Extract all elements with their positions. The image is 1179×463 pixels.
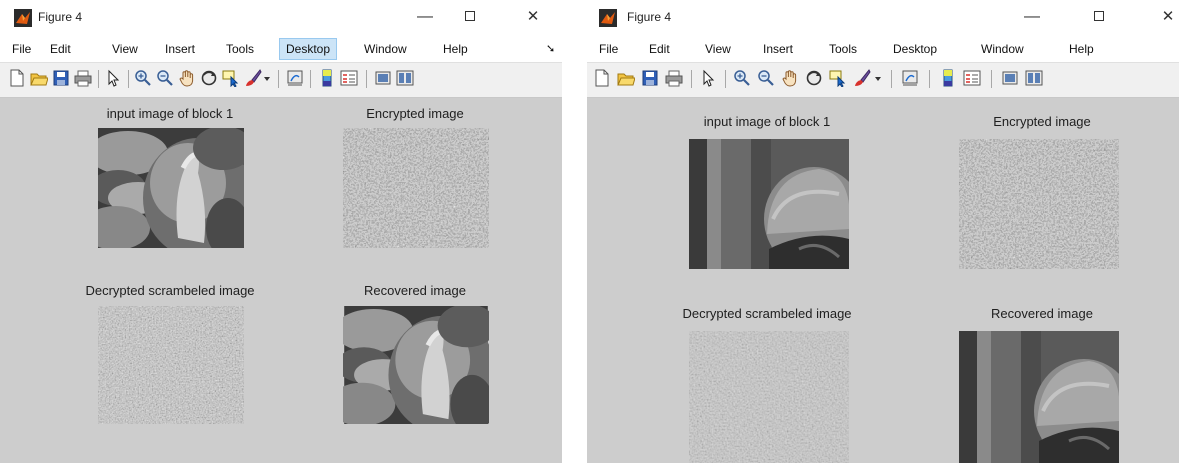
figure-window-right: Figure 4 — ✕ File Edit View Insert Tools…: [587, 0, 1179, 463]
print-icon[interactable]: [665, 69, 683, 87]
menu-window[interactable]: Window: [364, 42, 407, 56]
hide-plot-tools-icon[interactable]: [1001, 69, 1019, 87]
axes-title-encrypted: Encrypted image: [993, 114, 1091, 129]
title-bar[interactable]: Figure 4 — ✕: [0, 0, 562, 36]
recovered-image[interactable]: [959, 331, 1119, 463]
toolbar-separator: [366, 70, 367, 88]
matlab-logo-icon: [599, 9, 617, 27]
insert-colorbar-icon[interactable]: [318, 69, 336, 87]
open-file-icon[interactable]: [30, 69, 48, 87]
edit-plot-arrow-icon[interactable]: [699, 69, 717, 87]
toolbar-separator: [929, 70, 930, 88]
menu-bar: File Edit View Insert Tools Desktop Wind…: [0, 36, 562, 62]
zoom-in-icon[interactable]: [134, 69, 152, 87]
matlab-logo-icon: [14, 9, 32, 27]
toolbar-separator: [278, 70, 279, 88]
toolbar-separator: [128, 70, 129, 88]
edit-plot-arrow-icon[interactable]: [104, 69, 122, 87]
decrypted-scrambled-image[interactable]: [689, 331, 849, 463]
menu-insert[interactable]: Insert: [165, 42, 195, 56]
pan-hand-icon[interactable]: [178, 69, 196, 87]
input-image-block-1[interactable]: [689, 139, 849, 269]
encrypted-image[interactable]: [343, 128, 489, 248]
insert-legend-icon[interactable]: [340, 69, 358, 87]
link-plot-icon[interactable]: [286, 69, 304, 87]
data-cursor-icon[interactable]: [829, 69, 847, 87]
menu-tools[interactable]: Tools: [226, 42, 254, 56]
minimize-button[interactable]: —: [414, 6, 436, 28]
toolbar-separator: [725, 70, 726, 88]
maximize-button[interactable]: [459, 6, 481, 28]
toolbar-separator: [98, 70, 99, 88]
menu-help[interactable]: Help: [443, 42, 468, 56]
axes-title-recovered: Recovered image: [991, 306, 1093, 321]
toolbar-separator: [891, 70, 892, 88]
close-button[interactable]: ✕: [1157, 6, 1179, 28]
menu-view[interactable]: View: [705, 42, 731, 56]
brush-dropdown-icon[interactable]: [873, 69, 883, 87]
insert-colorbar-icon[interactable]: [939, 69, 957, 87]
menu-file[interactable]: File: [12, 42, 31, 56]
axes-title-encrypted: Encrypted image: [366, 106, 464, 121]
maximize-button[interactable]: [1088, 6, 1110, 28]
toolbar-separator: [991, 70, 992, 88]
open-file-icon[interactable]: [617, 69, 635, 87]
axes-title-decrypted: Decrypted scrambeled image: [682, 306, 852, 321]
link-plot-icon[interactable]: [901, 69, 919, 87]
zoom-out-icon[interactable]: [757, 69, 775, 87]
menu-edit[interactable]: Edit: [649, 42, 670, 56]
pan-hand-icon[interactable]: [781, 69, 799, 87]
menu-bar: File Edit View Insert Tools Desktop Wind…: [587, 36, 1179, 62]
decrypted-scrambled-image[interactable]: [98, 306, 244, 424]
save-icon[interactable]: [52, 69, 70, 87]
insert-legend-icon[interactable]: [963, 69, 981, 87]
hide-plot-tools-icon[interactable]: [374, 69, 392, 87]
axes-title-input: input image of block 1: [703, 114, 831, 129]
zoom-in-icon[interactable]: [733, 69, 751, 87]
figure-toolbar: [0, 62, 562, 98]
toolbar-separator: [310, 70, 311, 88]
axes-title-input: input image of block 1: [106, 106, 234, 121]
maximize-icon: [465, 11, 475, 21]
menu-help[interactable]: Help: [1069, 42, 1094, 56]
figure-toolbar: [587, 62, 1179, 98]
brush-icon[interactable]: [853, 69, 871, 87]
figure-window-left: Figure 4 — ✕ File Edit View Insert Tools…: [0, 0, 562, 463]
title-bar[interactable]: Figure 4 — ✕: [587, 0, 1179, 36]
show-plot-tools-icon[interactable]: [1025, 69, 1043, 87]
menu-desktop[interactable]: Desktop: [893, 42, 937, 56]
encrypted-image[interactable]: [959, 139, 1119, 269]
menu-overflow-arrow-icon[interactable]: ➘: [546, 42, 555, 55]
zoom-out-icon[interactable]: [156, 69, 174, 87]
menu-tools[interactable]: Tools: [829, 42, 857, 56]
recovered-image[interactable]: [343, 306, 489, 424]
close-button[interactable]: ✕: [522, 6, 544, 28]
input-image-block-1[interactable]: [98, 128, 244, 248]
brush-icon[interactable]: [244, 69, 262, 87]
toolbar-separator: [691, 70, 692, 88]
window-title: Figure 4: [38, 10, 83, 24]
menu-window[interactable]: Window: [981, 42, 1024, 56]
maximize-icon: [1094, 11, 1104, 21]
print-icon[interactable]: [74, 69, 92, 87]
menu-desktop[interactable]: Desktop: [279, 38, 338, 60]
brush-dropdown-icon[interactable]: [262, 69, 272, 87]
rotate-3d-icon[interactable]: [805, 69, 823, 87]
rotate-3d-icon[interactable]: [200, 69, 218, 87]
new-figure-icon[interactable]: [593, 69, 611, 87]
new-figure-icon[interactable]: [8, 69, 26, 87]
save-icon[interactable]: [641, 69, 659, 87]
menu-edit[interactable]: Edit: [50, 42, 71, 56]
show-plot-tools-icon[interactable]: [396, 69, 414, 87]
axes-title-decrypted: Decrypted scrambeled image: [85, 283, 255, 298]
window-title: Figure 4: [627, 10, 672, 24]
data-cursor-icon[interactable]: [222, 69, 240, 87]
menu-insert[interactable]: Insert: [763, 42, 793, 56]
minimize-button[interactable]: —: [1021, 6, 1043, 28]
menu-file[interactable]: File: [599, 42, 618, 56]
axes-title-recovered: Recovered image: [364, 283, 466, 298]
menu-view[interactable]: View: [112, 42, 138, 56]
